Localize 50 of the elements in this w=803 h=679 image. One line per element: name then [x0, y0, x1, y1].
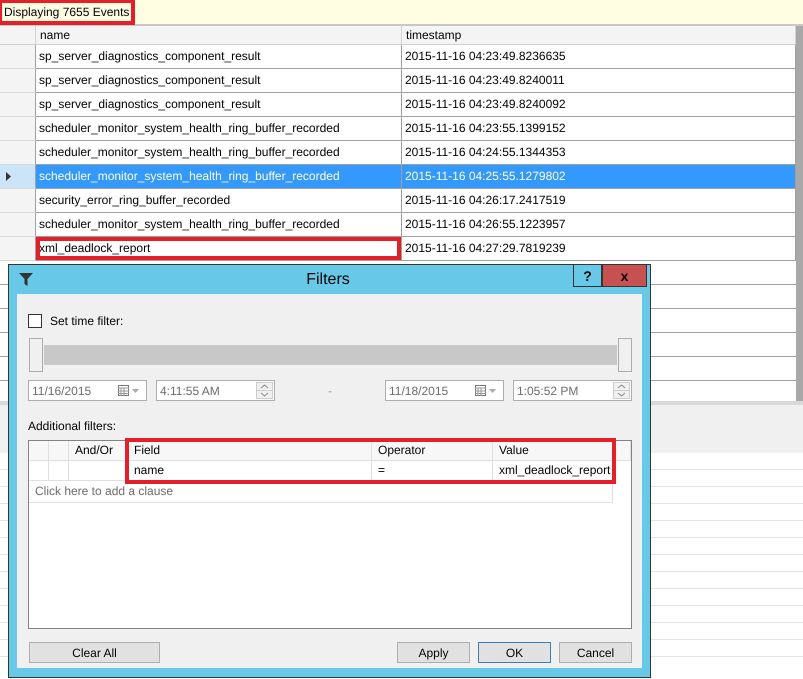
- table-cell: [49, 461, 69, 481]
- table-cell: scheduler_monitor_system_health_ring_buffer_recorded: [39, 169, 340, 183]
- table-cell: sp_server_diagnostics_component_result: [39, 97, 260, 111]
- dialog-button[interactable]: OK: [478, 642, 551, 663]
- time-field[interactable]: 1:05:52 PM: [513, 380, 632, 401]
- calendar-icon[interactable]: [118, 385, 142, 396]
- column-header[interactable]: name: [36, 26, 402, 45]
- table-cell: xml_deadlock_report: [39, 241, 150, 255]
- date-field[interactable]: 11/18/2015: [385, 380, 504, 401]
- spin-buttons-icon[interactable]: [613, 382, 630, 399]
- table-cell: 2015-11-16 04:26:17.2417519: [402, 189, 796, 213]
- section-label: Additional filters:: [28, 418, 118, 435]
- range-separator: -: [327, 382, 333, 400]
- help-button[interactable]: ?: [573, 265, 602, 287]
- table-cell: 2015-11-16 04:26:55.1223957: [402, 213, 796, 237]
- dialog-button[interactable]: Clear All: [29, 642, 160, 663]
- dialog-title: Filters: [305, 270, 351, 290]
- checkbox-label: Set time filter:: [50, 313, 124, 330]
- column-header[interactable]: Field: [128, 441, 372, 461]
- row-header[interactable]: [0, 165, 36, 189]
- table-cell: 2015-11-16 04:23:49.8240092: [402, 93, 796, 117]
- column-header[interactable]: And/Or: [69, 441, 128, 461]
- table-cell: scheduler_monitor_system_health_ring_buffer_recorded: [39, 121, 340, 135]
- event-count-label: Displaying 7655 Events: [0, 1, 134, 23]
- column-header[interactable]: Operator: [372, 441, 493, 461]
- table-cell: 2015-11-16 04:25:55.1279802: [402, 165, 796, 189]
- table-cell: scheduler_monitor_system_health_ring_buffer_recorded: [39, 145, 340, 159]
- slider-track[interactable]: [44, 345, 617, 365]
- dialog-button[interactable]: Cancel: [559, 642, 632, 663]
- filter-icon: [19, 273, 33, 286]
- close-button[interactable]: x: [602, 265, 647, 287]
- slider-thumb[interactable]: [29, 338, 43, 372]
- date-field[interactable]: 11/16/2015: [28, 380, 147, 401]
- column-header[interactable]: Value: [493, 441, 613, 461]
- table-cell: scheduler_monitor_system_health_ring_buffer_recorded: [39, 217, 340, 231]
- calendar-icon[interactable]: [475, 385, 499, 396]
- current-row-icon: [6, 172, 11, 181]
- table-cell: sp_server_diagnostics_component_result: [39, 73, 260, 87]
- table-cell: 2015-11-16 04:23:49.8236635: [402, 45, 796, 69]
- table-cell: 2015-11-16 04:23:55.1399152: [402, 117, 796, 141]
- column-header[interactable]: timestamp: [402, 26, 796, 45]
- add-clause-link[interactable]: Click here to add a clause: [29, 481, 613, 503]
- table-cell: security_error_ring_buffer_recorded: [39, 193, 230, 207]
- dialog-button[interactable]: Apply: [397, 642, 470, 663]
- table-cell: sp_server_diagnostics_component_result: [39, 49, 260, 63]
- slider-thumb[interactable]: [618, 338, 632, 372]
- table-cell: 2015-11-16 04:23:49.8240011: [402, 69, 796, 93]
- time-field[interactable]: 4:11:55 AM: [156, 380, 275, 401]
- spin-buttons-icon[interactable]: [256, 382, 273, 399]
- checkbox[interactable]: [28, 314, 42, 328]
